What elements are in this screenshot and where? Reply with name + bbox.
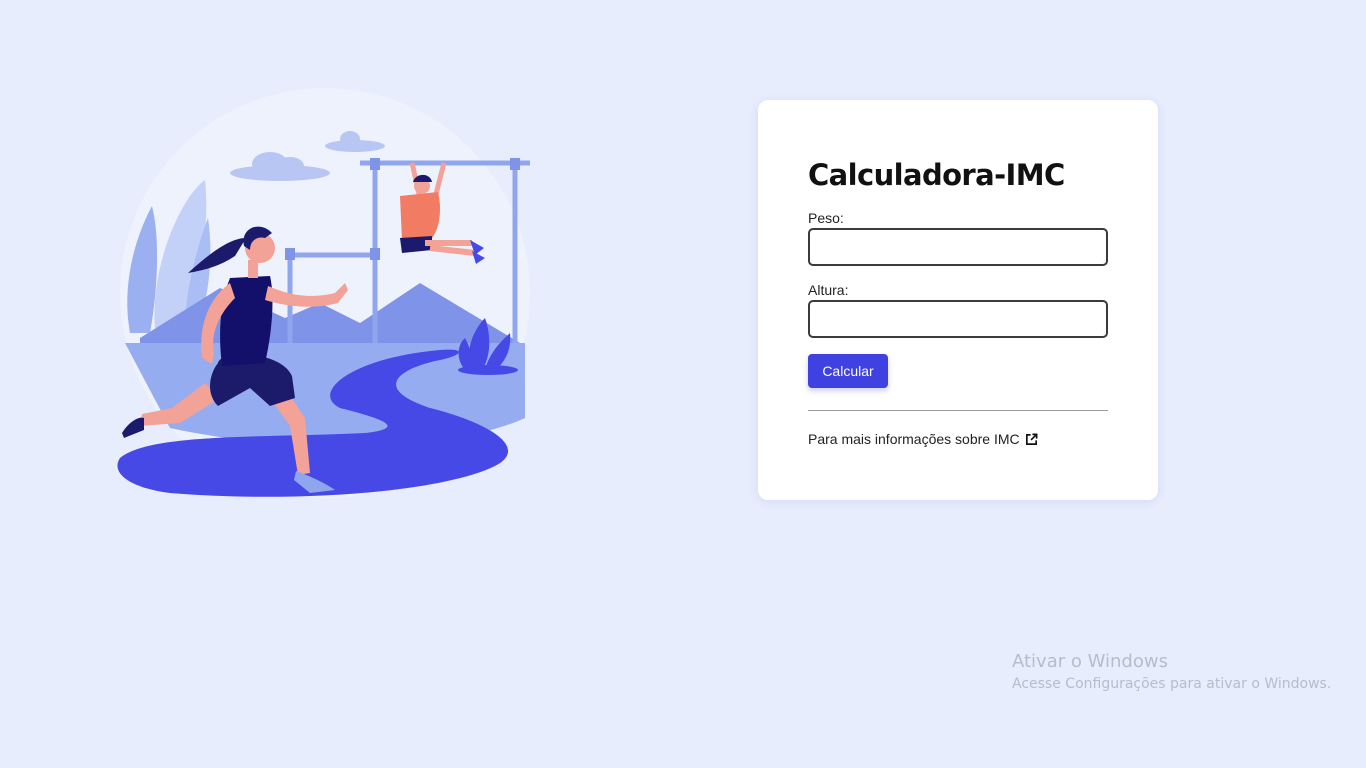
fitness-illustration <box>117 88 530 498</box>
windows-activation-watermark: Ativar o Windows Acesse Configurações pa… <box>1012 650 1331 694</box>
external-link-icon <box>1025 433 1038 445</box>
calcular-button[interactable]: Calcular <box>808 354 888 388</box>
watermark-title: Ativar o Windows <box>1012 651 1168 672</box>
bmi-calculator-card: Calculadora-IMC Peso: Altura: Calcular P… <box>758 100 1158 500</box>
altura-input[interactable] <box>808 300 1108 338</box>
imc-info-link-text: Para mais informações sobre IMC <box>808 431 1020 447</box>
peso-label: Peso: <box>808 210 844 226</box>
divider <box>808 410 1108 411</box>
watermark-subtitle: Acesse Configurações para ativar o Windo… <box>1012 676 1332 692</box>
peso-input[interactable] <box>808 228 1108 266</box>
altura-label: Altura: <box>808 282 849 298</box>
page-title: Calculadora-IMC <box>808 158 1065 192</box>
imc-info-link[interactable]: Para mais informações sobre IMC <box>808 431 1038 447</box>
page: Calculadora-IMC Peso: Altura: Calcular P… <box>0 0 1366 768</box>
